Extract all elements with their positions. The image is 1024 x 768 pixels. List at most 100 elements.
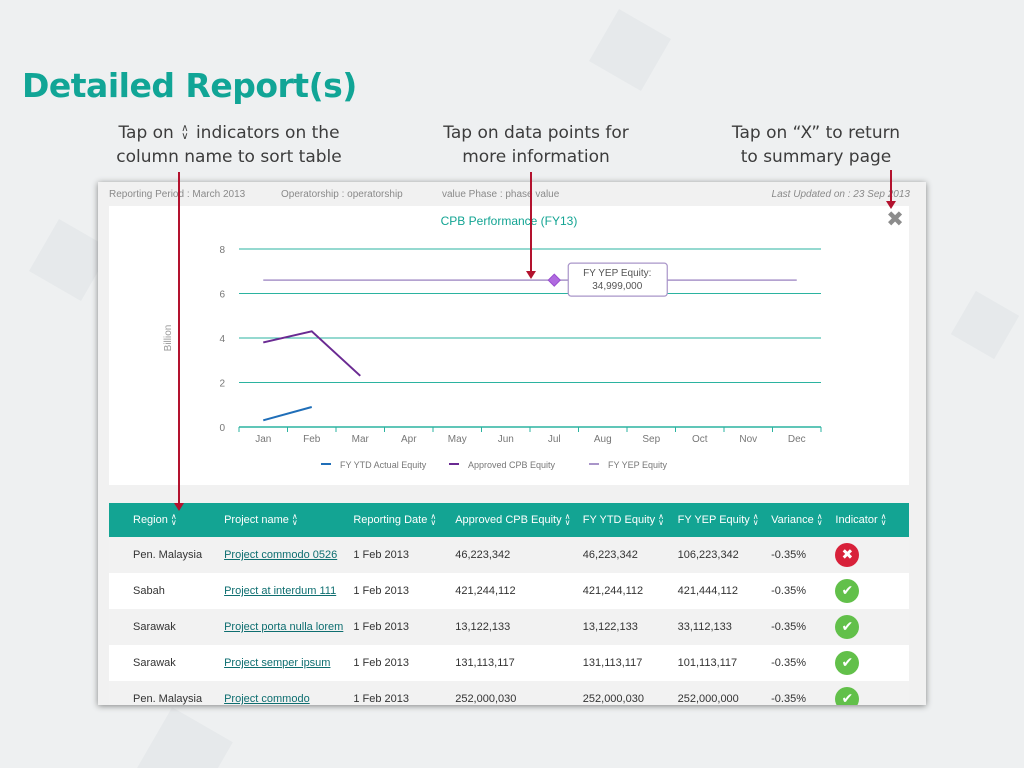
x-tick-label: Aug: [594, 434, 612, 445]
chart-title: CPB Performance (FY13): [441, 214, 578, 228]
project-link[interactable]: Project semper ipsum: [224, 657, 330, 669]
project-link[interactable]: Project commodo: [224, 693, 310, 705]
cell-approved: 252,000,030: [455, 693, 517, 705]
check-indicator-icon: ✔: [835, 651, 860, 675]
annotation-sort-line1: Tap on ∧ ∨ indicators on the: [104, 121, 354, 145]
table-row: Sarawak Project semper ipsum 1 Feb 2013 131…: [109, 645, 909, 681]
column-header-label: FY YTD Equity: [582, 513, 656, 526]
table-header-row: Region ∧ ∨ Project name ∧ ∨ Reporting Date ∧ ∨ Ap…: [109, 503, 909, 537]
sort-icon[interactable]: ∧ ∨: [658, 513, 664, 527]
column-header-label: Region: [133, 513, 168, 526]
column-header-label: FY YEP Equity: [677, 513, 750, 526]
column-header-label: Project name: [224, 513, 289, 526]
cell-project: Project semper ipsum: [202, 645, 343, 681]
x-tick-label: Dec: [788, 434, 806, 445]
project-table: Region ∧ ∨ Project name ∧ ∨ Reporting Date ∧ ∨ Ap…: [109, 503, 909, 705]
cell-region: Pen. Malaysia: [133, 549, 203, 561]
cell-project: Project commodo: [202, 681, 343, 705]
background-shape: [589, 9, 671, 91]
cell-date: 1 Feb 2013: [353, 621, 409, 633]
cell-indicator: ✔: [827, 573, 909, 609]
sort-icon[interactable]: ∧ ∨: [171, 513, 177, 527]
legend-label: FY YEP Equity: [608, 460, 668, 470]
sort-chevrons-icon: ∧ ∨: [181, 123, 189, 142]
cell-approved: 46,223,342: [455, 549, 511, 561]
table-body: Pen. Malaysia Project commodo 0526 1 Feb 2…: [109, 537, 909, 705]
cell-yep: 33,112,133: [677, 621, 732, 633]
x-tick-label: Mar: [352, 434, 370, 445]
x-tick-label: Jul: [548, 434, 561, 445]
sort-icon[interactable]: ∧ ∨: [753, 513, 759, 527]
column-header-project-name[interactable]: Project name ∧ ∨: [202, 503, 343, 537]
cell-ytd: 131,113,117: [582, 657, 643, 669]
cell-variance: -0.35%: [771, 549, 806, 561]
column-header-label: Approved CPB Equity: [455, 513, 562, 526]
table-row: Pen. Malaysia Project commodo 1 Feb 2013 25…: [109, 681, 909, 705]
column-header-label: Indicator: [835, 513, 878, 526]
cell-date: 1 Feb 2013: [353, 549, 409, 561]
annotation-datapoint-line1: Tap on data points for: [443, 123, 629, 143]
x-tick-label: Nov: [739, 434, 757, 445]
cell-indicator: ✖: [827, 537, 909, 573]
project-link[interactable]: Project at interdum 111: [224, 585, 336, 597]
column-header-fy-ytd-equity[interactable]: FY YTD Equity ∧ ∨: [575, 503, 670, 537]
project-link[interactable]: Project porta nulla lorem: [224, 621, 343, 633]
column-header-region[interactable]: Region ∧ ∨: [109, 503, 202, 537]
cell-yep: 106,223,342: [677, 549, 739, 561]
table-row: Sabah Project at interdum 111 1 Feb 2013 42…: [109, 573, 909, 609]
cell-yep: 421,444,112: [677, 585, 738, 597]
report-header: Reporting Period : March 2013 Operatorsh…: [98, 182, 926, 206]
annotation-arrowhead: [886, 201, 896, 209]
column-header-approved-cpb-equity[interactable]: Approved CPB Equity ∧ ∨: [447, 503, 575, 537]
annotation-sort: Tap on ∧ ∨ indicators on the column name …: [104, 121, 354, 169]
sort-icon[interactable]: ∧ ∨: [430, 513, 436, 527]
close-icon[interactable]: ✖: [885, 209, 905, 230]
sort-icon[interactable]: ∧ ∨: [292, 513, 298, 527]
x-tick-label: Jan: [255, 434, 271, 445]
cell-indicator: ✔: [827, 645, 909, 681]
table-row: Sarawak Project porta nulla lorem 1 Feb 20…: [109, 609, 909, 645]
cpb-performance-chart: CPB Performance (FY13) 0 2 4 6 8 Jan Feb Mar Apr M…: [163, 214, 822, 470]
annotation-close: Tap on “X” to return to summary page: [716, 121, 916, 169]
check-indicator-icon: ✔: [835, 687, 860, 705]
y-axis-label: Billion: [163, 325, 174, 352]
cell-region: Sabah: [133, 585, 165, 597]
column-header-label: Variance: [771, 513, 814, 526]
column-header-indicator[interactable]: Indicator ∧ ∨: [827, 503, 909, 537]
background-shape: [950, 290, 1020, 360]
cell-variance: -0.35%: [771, 657, 806, 669]
cell-region: Pen. Malaysia: [133, 693, 203, 705]
series-line-fy-ytd-actual-equity: [262, 406, 313, 422]
cell-indicator: ✔: [827, 681, 909, 705]
background-shape: [137, 707, 233, 768]
legend-label: FY YTD Actual Equity: [340, 460, 427, 470]
annotation-arrow: [530, 172, 532, 273]
cell-indicator: ✔: [827, 609, 909, 645]
column-header-reporting-date[interactable]: Reporting Date ∧ ∨: [343, 503, 447, 537]
legend-label: Approved CPB Equity: [468, 460, 556, 470]
check-indicator-icon: ✔: [835, 579, 860, 603]
check-indicator-icon: ✔: [835, 615, 860, 639]
annotation-arrow: [178, 172, 180, 505]
cell-project: Project at interdum 111: [202, 573, 343, 609]
y-tick-label: 6: [219, 290, 225, 301]
report-panel: Reporting Period : March 2013 Operatorsh…: [98, 182, 926, 705]
cell-ytd: 46,223,342: [582, 549, 638, 561]
cell-yep: 101,113,117: [677, 657, 738, 669]
x-tick-label: Oct: [692, 434, 708, 445]
y-tick-label: 2: [219, 379, 225, 390]
annotation-arrow: [890, 170, 892, 203]
annotation-text: indicators on the: [195, 123, 340, 143]
project-link[interactable]: Project commodo 0526: [224, 549, 337, 561]
sort-icon[interactable]: ∧ ∨: [565, 513, 571, 527]
error-indicator-icon: ✖: [835, 543, 860, 567]
value-phase: value Phase : phase value: [442, 189, 560, 200]
column-header-variance[interactable]: Variance ∧ ∨: [763, 503, 827, 537]
column-header-fy-yep-equity[interactable]: FY YEP Equity ∧ ∨: [670, 503, 764, 537]
slide-title: Detailed Report(s): [22, 66, 357, 105]
sort-icon[interactable]: ∧ ∨: [817, 513, 823, 527]
cell-approved: 131,113,117: [455, 657, 515, 669]
y-tick-label: 0: [219, 423, 225, 434]
cell-project: Project porta nulla lorem: [202, 609, 343, 645]
sort-icon[interactable]: ∧ ∨: [881, 513, 887, 527]
